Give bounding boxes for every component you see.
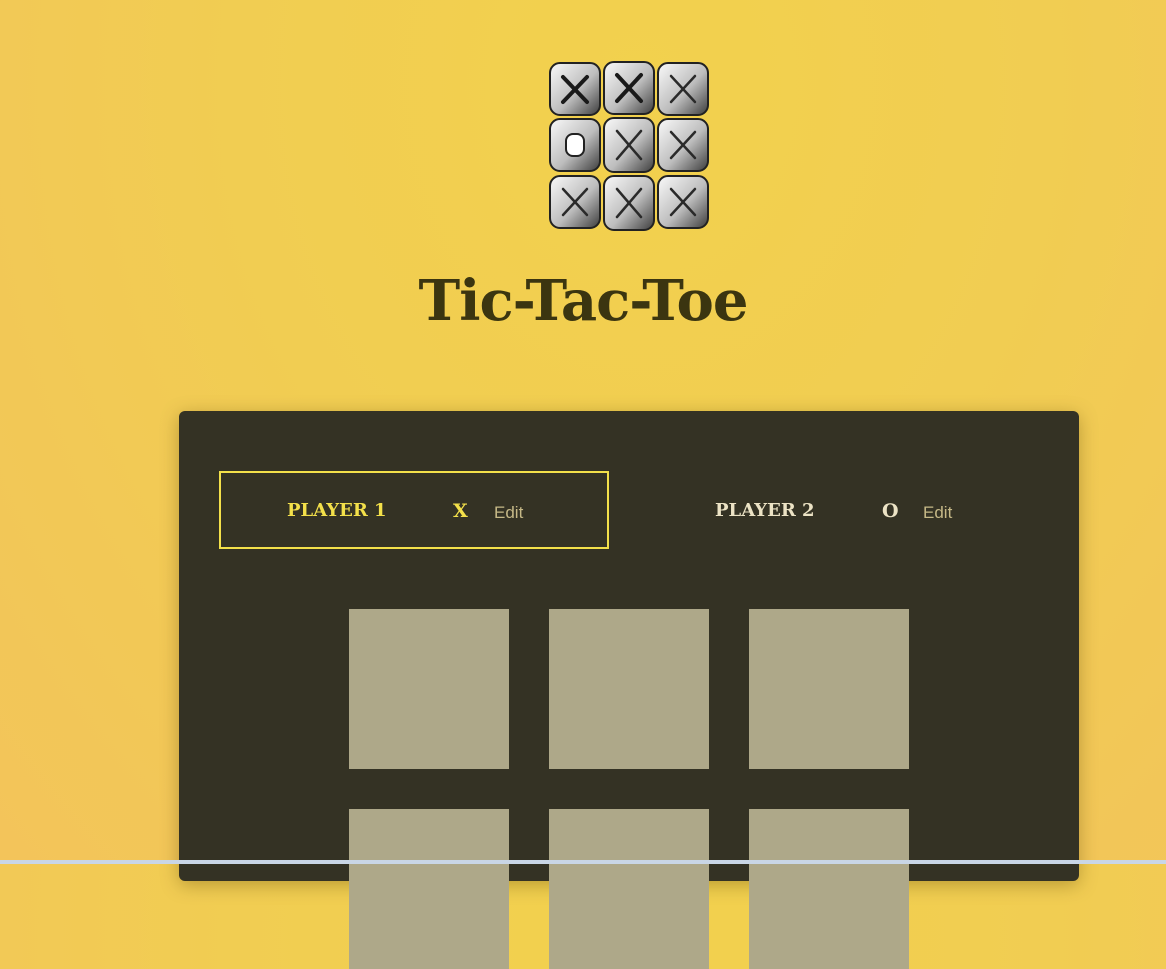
game-panel: PLAYER 1 X Edit PLAYER 2 O Edit xyxy=(179,411,1079,969)
board-cell[interactable] xyxy=(549,609,709,769)
player-2-edit-button[interactable]: Edit xyxy=(923,503,952,523)
player-1-card: PLAYER 1 X Edit xyxy=(219,471,609,549)
board-cell[interactable] xyxy=(749,809,909,969)
player-1-symbol: X xyxy=(453,500,468,522)
player-2-symbol: O xyxy=(882,500,899,522)
board-cell[interactable] xyxy=(749,609,909,769)
board-cell[interactable] xyxy=(349,809,509,969)
tic-tac-toe-board-icon xyxy=(549,61,709,231)
page-title: Tic-Tac-Toe xyxy=(418,268,749,334)
board-cell[interactable] xyxy=(349,609,509,769)
game-logo xyxy=(548,60,712,234)
player-2-card: PLAYER 2 O Edit xyxy=(649,471,1039,549)
player-1-edit-button[interactable]: Edit xyxy=(494,503,523,523)
window-bottom-edge xyxy=(0,860,1166,864)
player-1-name: PLAYER 1 xyxy=(287,500,387,521)
player-2-name: PLAYER 2 xyxy=(715,500,815,521)
board-cell[interactable] xyxy=(549,809,709,969)
